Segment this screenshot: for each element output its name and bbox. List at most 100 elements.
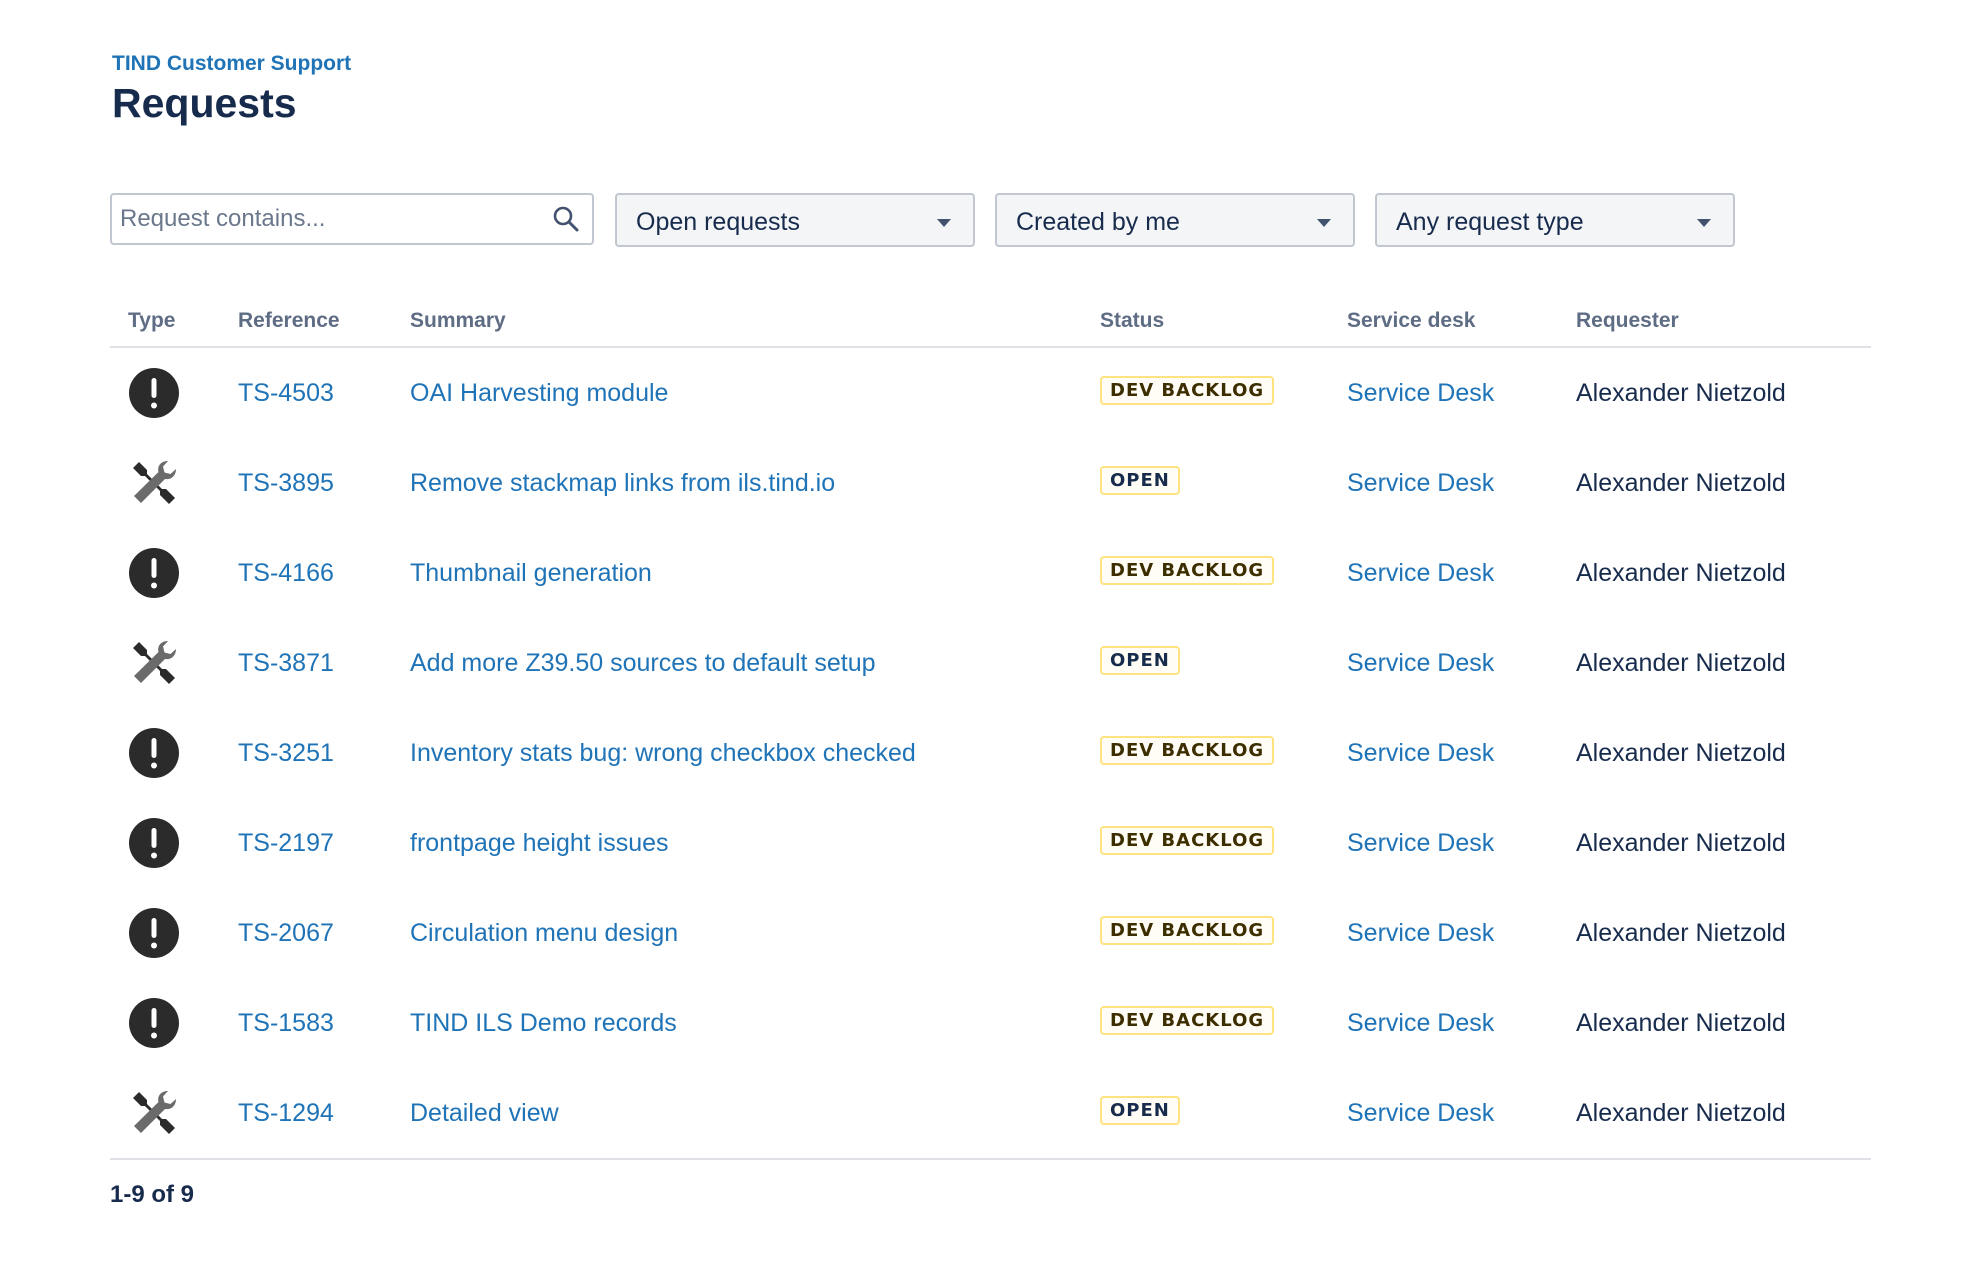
- service-desk-link[interactable]: Service Desk: [1347, 1099, 1494, 1127]
- reference-cell: TS-3251: [238, 708, 410, 798]
- type-cell: [110, 528, 238, 618]
- summary-link[interactable]: frontpage height issues: [410, 829, 669, 857]
- status-filter-dropdown[interactable]: Open requests: [615, 193, 975, 247]
- exclamation-icon: [128, 997, 238, 1049]
- status-badge: OPEN: [1100, 1095, 1180, 1125]
- service-desk-cell: Service Desk: [1347, 978, 1576, 1068]
- page-title: Requests: [112, 80, 297, 126]
- reference-link[interactable]: TS-1583: [238, 1009, 334, 1037]
- service-desk-cell: Service Desk: [1347, 618, 1576, 708]
- requester-cell: Alexander Nietzold: [1576, 618, 1871, 708]
- summary-link[interactable]: Detailed view: [410, 1099, 559, 1127]
- status-cell: OPEN: [1100, 1068, 1347, 1160]
- requester-name: Alexander Nietzold: [1576, 468, 1786, 497]
- summary-cell: Circulation menu design: [410, 888, 1100, 978]
- chevron-down-icon: [1317, 219, 1331, 227]
- table-row[interactable]: TS-1294 Detailed view OPEN Service Desk …: [110, 1068, 1871, 1160]
- requester-cell: Alexander Nietzold: [1576, 978, 1871, 1068]
- wrench-icon: [128, 1087, 238, 1139]
- search-icon[interactable]: [552, 205, 580, 233]
- table-row[interactable]: TS-3871 Add more Z39.50 sources to defau…: [110, 618, 1871, 708]
- service-desk-link[interactable]: Service Desk: [1347, 829, 1494, 857]
- service-desk-link[interactable]: Service Desk: [1347, 919, 1494, 947]
- table-row[interactable]: TS-4166 Thumbnail generation DEV BACKLOG…: [110, 528, 1871, 618]
- service-desk-cell: Service Desk: [1347, 528, 1576, 618]
- type-cell: [110, 798, 238, 888]
- reference-link[interactable]: TS-1294: [238, 1099, 334, 1127]
- type-cell: [110, 347, 238, 438]
- summary-link[interactable]: OAI Harvesting module: [410, 379, 668, 407]
- requester-name: Alexander Nietzold: [1576, 648, 1786, 677]
- summary-cell: Detailed view: [410, 1068, 1100, 1160]
- table-row[interactable]: TS-2067 Circulation menu design DEV BACK…: [110, 888, 1871, 978]
- reference-link[interactable]: TS-4166: [238, 559, 334, 587]
- service-desk-cell: Service Desk: [1347, 438, 1576, 528]
- table-row[interactable]: TS-4503 OAI Harvesting module DEV BACKLO…: [110, 347, 1871, 438]
- request-type-filter-label: Any request type: [1396, 208, 1584, 236]
- column-header-service-desk: Service desk: [1347, 296, 1576, 348]
- summary-link[interactable]: Remove stackmap links from ils.tind.io: [410, 469, 835, 497]
- status-cell: DEV BACKLOG: [1100, 708, 1347, 798]
- reference-link[interactable]: TS-3895: [238, 469, 334, 497]
- requester-name: Alexander Nietzold: [1576, 828, 1786, 857]
- service-desk-link[interactable]: Service Desk: [1347, 469, 1494, 497]
- column-header-status: Status: [1100, 296, 1347, 348]
- summary-cell: frontpage height issues: [410, 798, 1100, 888]
- status-badge: OPEN: [1100, 645, 1180, 675]
- reference-cell: TS-1583: [238, 978, 410, 1068]
- requester-name: Alexander Nietzold: [1576, 378, 1786, 407]
- type-cell: [110, 1068, 238, 1160]
- service-desk-cell: Service Desk: [1347, 708, 1576, 798]
- reference-link[interactable]: TS-3251: [238, 739, 334, 767]
- summary-link[interactable]: Circulation menu design: [410, 919, 678, 947]
- exclamation-icon: [128, 727, 238, 779]
- status-cell: DEV BACKLOG: [1100, 888, 1347, 978]
- reference-cell: TS-2067: [238, 888, 410, 978]
- search-input[interactable]: [112, 195, 540, 243]
- request-type-filter-dropdown[interactable]: Any request type: [1375, 193, 1735, 247]
- reference-link[interactable]: TS-2197: [238, 829, 334, 857]
- column-header-type: Type: [110, 296, 238, 348]
- service-desk-link[interactable]: Service Desk: [1347, 649, 1494, 677]
- reference-link[interactable]: TS-2067: [238, 919, 334, 947]
- status-cell: DEV BACKLOG: [1100, 978, 1347, 1068]
- creator-filter-dropdown[interactable]: Created by me: [995, 193, 1355, 247]
- type-cell: [110, 708, 238, 798]
- requester-cell: Alexander Nietzold: [1576, 888, 1871, 978]
- status-badge: OPEN: [1100, 465, 1180, 495]
- column-header-requester: Requester: [1576, 296, 1871, 348]
- table-row[interactable]: TS-1583 TIND ILS Demo records DEV BACKLO…: [110, 978, 1871, 1068]
- summary-link[interactable]: Add more Z39.50 sources to default setup: [410, 649, 876, 677]
- column-header-summary: Summary: [410, 296, 1100, 348]
- requester-cell: Alexander Nietzold: [1576, 438, 1871, 528]
- service-desk-cell: Service Desk: [1347, 888, 1576, 978]
- status-filter-label: Open requests: [636, 208, 800, 236]
- type-cell: [110, 438, 238, 528]
- service-desk-link[interactable]: Service Desk: [1347, 1009, 1494, 1037]
- table-header-row: Type Reference Summary Status Service de…: [110, 296, 1871, 348]
- requester-cell: Alexander Nietzold: [1576, 1068, 1871, 1160]
- chevron-down-icon: [1697, 219, 1711, 227]
- breadcrumb-link[interactable]: TIND Customer Support: [112, 52, 351, 76]
- exclamation-icon: [128, 367, 238, 419]
- table-row[interactable]: TS-2197 frontpage height issues DEV BACK…: [110, 798, 1871, 888]
- pagination-count: 1-9 of 9: [110, 1181, 195, 1208]
- table-row[interactable]: TS-3895 Remove stackmap links from ils.t…: [110, 438, 1871, 528]
- table-row[interactable]: TS-3251 Inventory stats bug: wrong check…: [110, 708, 1871, 798]
- status-cell: OPEN: [1100, 618, 1347, 708]
- summary-link[interactable]: Inventory stats bug: wrong checkbox chec…: [410, 739, 916, 767]
- summary-link[interactable]: TIND ILS Demo records: [410, 1009, 677, 1037]
- exclamation-icon: [128, 547, 238, 599]
- status-cell: DEV BACKLOG: [1100, 347, 1347, 438]
- service-desk-link[interactable]: Service Desk: [1347, 379, 1494, 407]
- type-cell: [110, 888, 238, 978]
- service-desk-link[interactable]: Service Desk: [1347, 559, 1494, 587]
- reference-link[interactable]: TS-4503: [238, 379, 334, 407]
- search-box: [110, 193, 594, 245]
- exclamation-icon: [128, 907, 238, 959]
- reference-link[interactable]: TS-3871: [238, 649, 334, 677]
- reference-cell: TS-2197: [238, 798, 410, 888]
- service-desk-link[interactable]: Service Desk: [1347, 739, 1494, 767]
- requester-cell: Alexander Nietzold: [1576, 347, 1871, 438]
- summary-link[interactable]: Thumbnail generation: [410, 559, 652, 587]
